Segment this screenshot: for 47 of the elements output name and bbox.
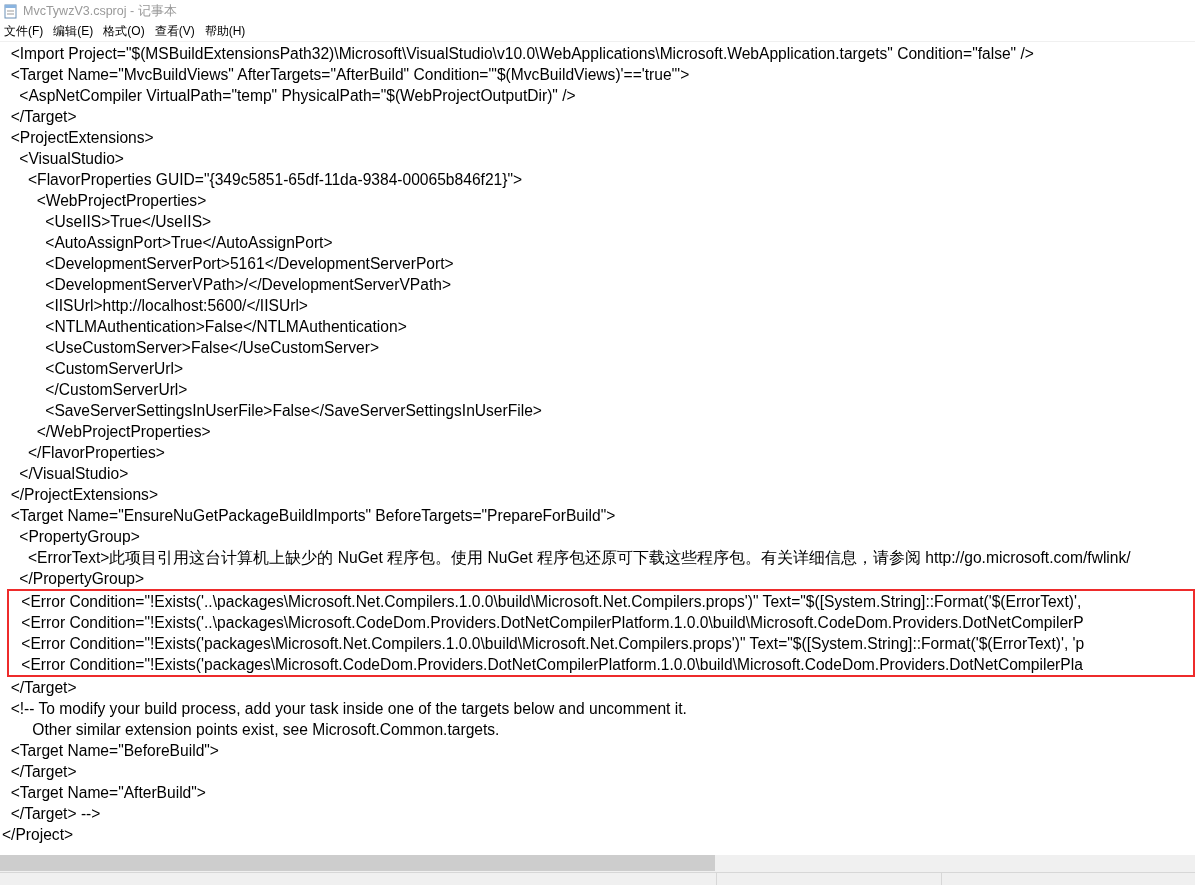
window-title: MvcTywzV3.csproj - 记事本 bbox=[23, 2, 177, 20]
menu-item[interactable]: 编辑(E) bbox=[49, 23, 100, 40]
menu-item[interactable]: 文件(F) bbox=[0, 23, 50, 40]
code-line: <Error Condition="!Exists('packages\Microsoft.Net.Compilers.1.0.0\build\Microsoft.Net.Compilers.props')" Text="$([System.String]::Format('$(ErrorText)', 'p bbox=[20, 634, 1086, 654]
scrollbar-thumb[interactable] bbox=[0, 855, 715, 871]
code-line: </CustomServerUrl> bbox=[44, 380, 189, 400]
code-line: <DevelopmentServerPort>5161</DevelopmentServerPort> bbox=[44, 254, 455, 274]
code-line: <ProjectExtensions> bbox=[9, 128, 155, 148]
code-line: </Project> bbox=[1, 825, 75, 845]
code-line: <UseIIS>True</UseIIS> bbox=[44, 212, 213, 232]
horizontal-scrollbar[interactable] bbox=[0, 855, 1195, 872]
code-line: <UseCustomServer>False</UseCustomServer> bbox=[44, 338, 380, 358]
menu-item[interactable]: 帮助(H) bbox=[200, 23, 252, 40]
code-line: <ErrorText>此项目引用这台计算机上缺少的 NuGet 程序包。使用 NuGet 程序包还原可下载这些程序包。有关详细信息，请参阅 http://go.microsoft.com/fwlink/ bbox=[27, 548, 1132, 568]
code-line: <PropertyGroup> bbox=[18, 527, 141, 547]
code-line: <Target Name="EnsureNuGetPackageBuildImports" BeforeTargets="PrepareForBuild"> bbox=[9, 506, 617, 526]
code-line: <Error Condition="!Exists('packages\Microsoft.CodeDom.Providers.DotNetCompilerPlatform.1.0.0\build\Microsoft.CodeDom.Providers.DotNetCompilerPla bbox=[20, 655, 1084, 675]
code-line: </ProjectExtensions> bbox=[9, 485, 160, 505]
code-line: <DevelopmentServerVPath>/</DevelopmentServerVPath> bbox=[44, 275, 452, 295]
code-line: <Target Name="AfterBuild"> bbox=[9, 783, 207, 803]
code-line: </Target> bbox=[9, 678, 78, 698]
code-line: <Error Condition="!Exists('..\packages\Microsoft.CodeDom.Providers.DotNetCompilerPlatform.1.0.0\build\Microsoft.CodeDom.Providers.DotNetCompilerP bbox=[20, 613, 1085, 633]
code-line: <Import Project="$(MSBuildExtensionsPath32)\Microsoft\VisualStudio\v10.0\WebApplications\Microsoft.WebApplication.targets" Condition="false" /> bbox=[9, 44, 1035, 64]
code-line: <Error Condition="!Exists('..\packages\Microsoft.Net.Compilers.1.0.0\build\Microsoft.Net.Compilers.props')" Text="$([System.String]::Format('$(ErrorText)', bbox=[20, 592, 1083, 612]
code-line: <AspNetCompiler VirtualPath="temp" PhysicalPath="$(WebProjectOutputDir)" /> bbox=[18, 86, 577, 106]
code-line: <FlavorProperties GUID="{349c5851-65df-11da-9384-00065b846f21}"> bbox=[27, 170, 524, 190]
code-line: <Target Name="BeforeBuild"> bbox=[9, 741, 220, 761]
code-line: </Target> bbox=[9, 762, 78, 782]
code-line: <WebProjectProperties> bbox=[35, 191, 208, 211]
menu-item[interactable]: 格式(O) bbox=[99, 23, 151, 40]
code-line: </Target> --> bbox=[9, 804, 102, 824]
code-line: </WebProjectProperties> bbox=[35, 422, 212, 442]
code-line: Other similar extension points exist, see Microsoft.Common.targets. bbox=[31, 720, 501, 740]
code-line: <VisualStudio> bbox=[18, 149, 125, 169]
code-line: <AutoAssignPort>True</AutoAssignPort> bbox=[44, 233, 334, 253]
code-line: </FlavorProperties> bbox=[27, 443, 166, 463]
code-line: </PropertyGroup> bbox=[18, 569, 146, 589]
code-line: <NTLMAuthentication>False</NTLMAuthentication> bbox=[44, 317, 408, 337]
code-line: </Target> bbox=[9, 107, 78, 127]
notepad-icon bbox=[4, 3, 18, 19]
code-line: <CustomServerUrl> bbox=[44, 359, 185, 379]
code-line: <SaveServerSettingsInUserFile>False</SaveServerSettingsInUserFile> bbox=[44, 401, 543, 421]
code-line: <!-- To modify your build process, add your task inside one of the targets below and uncomment it. bbox=[9, 699, 688, 719]
menu-item[interactable]: 查看(V) bbox=[150, 23, 201, 40]
code-line: </VisualStudio> bbox=[18, 464, 130, 484]
code-line: <Target Name="MvcBuildViews" AfterTargets="AfterBuild" Condition="'$(MvcBuildViews)'=='true'"> bbox=[9, 65, 691, 85]
code-line: <IISUrl>http://localhost:5600/</IISUrl> bbox=[44, 296, 309, 316]
